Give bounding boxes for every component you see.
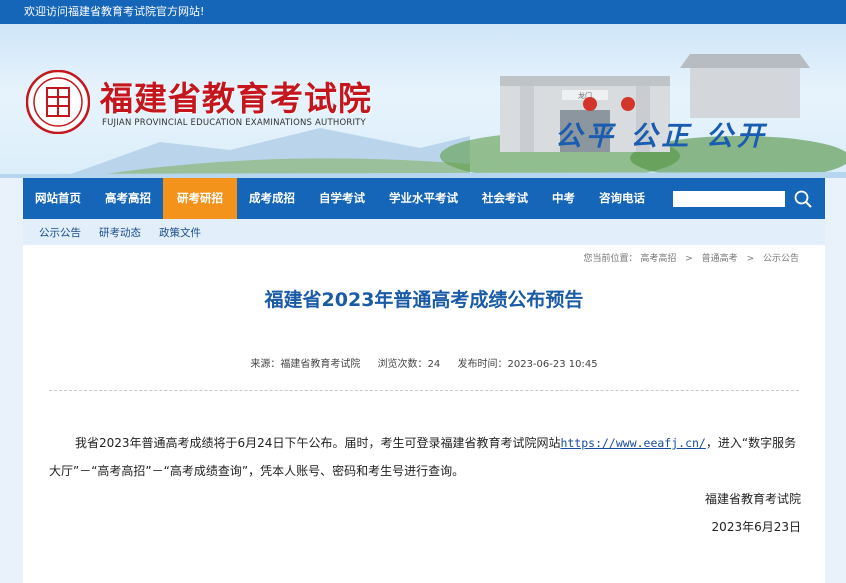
nav-item-social-exam[interactable]: 社会考试	[470, 178, 540, 219]
website-link[interactable]: https://www.eeafj.cn/	[560, 436, 705, 450]
search-icon[interactable]	[793, 189, 813, 209]
nav-item-self-study[interactable]: 自学考试	[307, 178, 377, 219]
site-slogan: 公平 公正 公开	[555, 121, 768, 152]
breadcrumb: 您当前位置： 高考高招 > 普通高考 > 公示公告	[583, 251, 799, 264]
paragraph-text: 我省2023年普通高考成绩将于6月24日下午公布。届时，考生可登录福建省教育考试…	[75, 436, 561, 450]
main-nav: 网站首页 高考高招 研考研招 成考成招 自学考试 学业水平考试 社会考试 中考 …	[23, 178, 825, 219]
signature-date: 2023年6月23日	[711, 520, 801, 534]
breadcrumb-item[interactable]: 普通高考	[702, 254, 738, 264]
site-title: 福建省教育考试院	[100, 79, 372, 118]
search-input[interactable]	[673, 191, 785, 207]
subnav-item-news[interactable]: 研考动态	[99, 225, 141, 240]
subnav-item-policy[interactable]: 政策文件	[159, 225, 201, 240]
nav-item-proficiency[interactable]: 学业水平考试	[377, 178, 470, 219]
welcome-text: 欢迎访问福建省教育考试院官方网站!	[24, 5, 205, 18]
signature: 福建省教育考试院	[704, 492, 801, 506]
views-value: 24	[427, 359, 441, 370]
breadcrumb-separator: >	[685, 254, 693, 264]
nav-item-gaokao[interactable]: 高考高招	[93, 178, 163, 219]
article-panel: 您当前位置： 高考高招 > 普通高考 > 公示公告 福建省2023年普通高考成绩…	[23, 245, 825, 583]
nav-item-graduate-exam[interactable]: 研考研招	[163, 178, 237, 219]
breadcrumb-prefix: 您当前位置：	[583, 254, 638, 264]
time-label: 发布时间：	[457, 359, 508, 370]
breadcrumb-item[interactable]: 高考高招	[640, 254, 676, 264]
article-body: 我省2023年普通高考成绩将于6月24日下午公布。届时，考生可登录福建省教育考试…	[49, 429, 801, 541]
welcome-bar: 欢迎访问福建省教育考试院官方网站!	[0, 0, 846, 24]
time-value: 2023-06-23 10:45	[507, 359, 598, 370]
exam-authority-seal-icon	[26, 70, 90, 134]
site-subtitle: FUJIAN PROVINCIAL EDUCATION EXAMINATIONS…	[102, 118, 366, 128]
sub-nav: 公示公告 研考动态 政策文件	[23, 219, 825, 245]
nav-item-adult-exam[interactable]: 成考成招	[237, 178, 307, 219]
nav-item-home[interactable]: 网站首页	[23, 178, 93, 219]
breadcrumb-separator: >	[746, 254, 755, 264]
divider	[49, 390, 799, 391]
nav-item-zhongkao[interactable]: 中考	[540, 178, 587, 219]
nav-item-hotline[interactable]: 咨询电话	[587, 178, 657, 219]
source-value: 福建省教育考试院	[280, 359, 361, 370]
article-paragraph: 我省2023年普通高考成绩将于6月24日下午公布。届时，考生可登录福建省教育考试…	[49, 429, 801, 485]
views-label: 浏览次数：	[377, 359, 428, 370]
breadcrumb-item[interactable]: 公示公告	[763, 254, 799, 264]
source-label: 来源：	[250, 359, 281, 370]
subnav-item-announcements[interactable]: 公示公告	[39, 225, 81, 240]
header-banner: 龙门 福建省教育考试院 FUJIAN PROVINCIAL EDUCATION …	[0, 24, 846, 178]
article-meta: 来源：福建省教育考试院 浏览次数：24 发布时间：2023-06-23 10:4…	[23, 355, 825, 370]
article-title: 福建省2023年普通高考成绩公布预告	[264, 289, 584, 311]
